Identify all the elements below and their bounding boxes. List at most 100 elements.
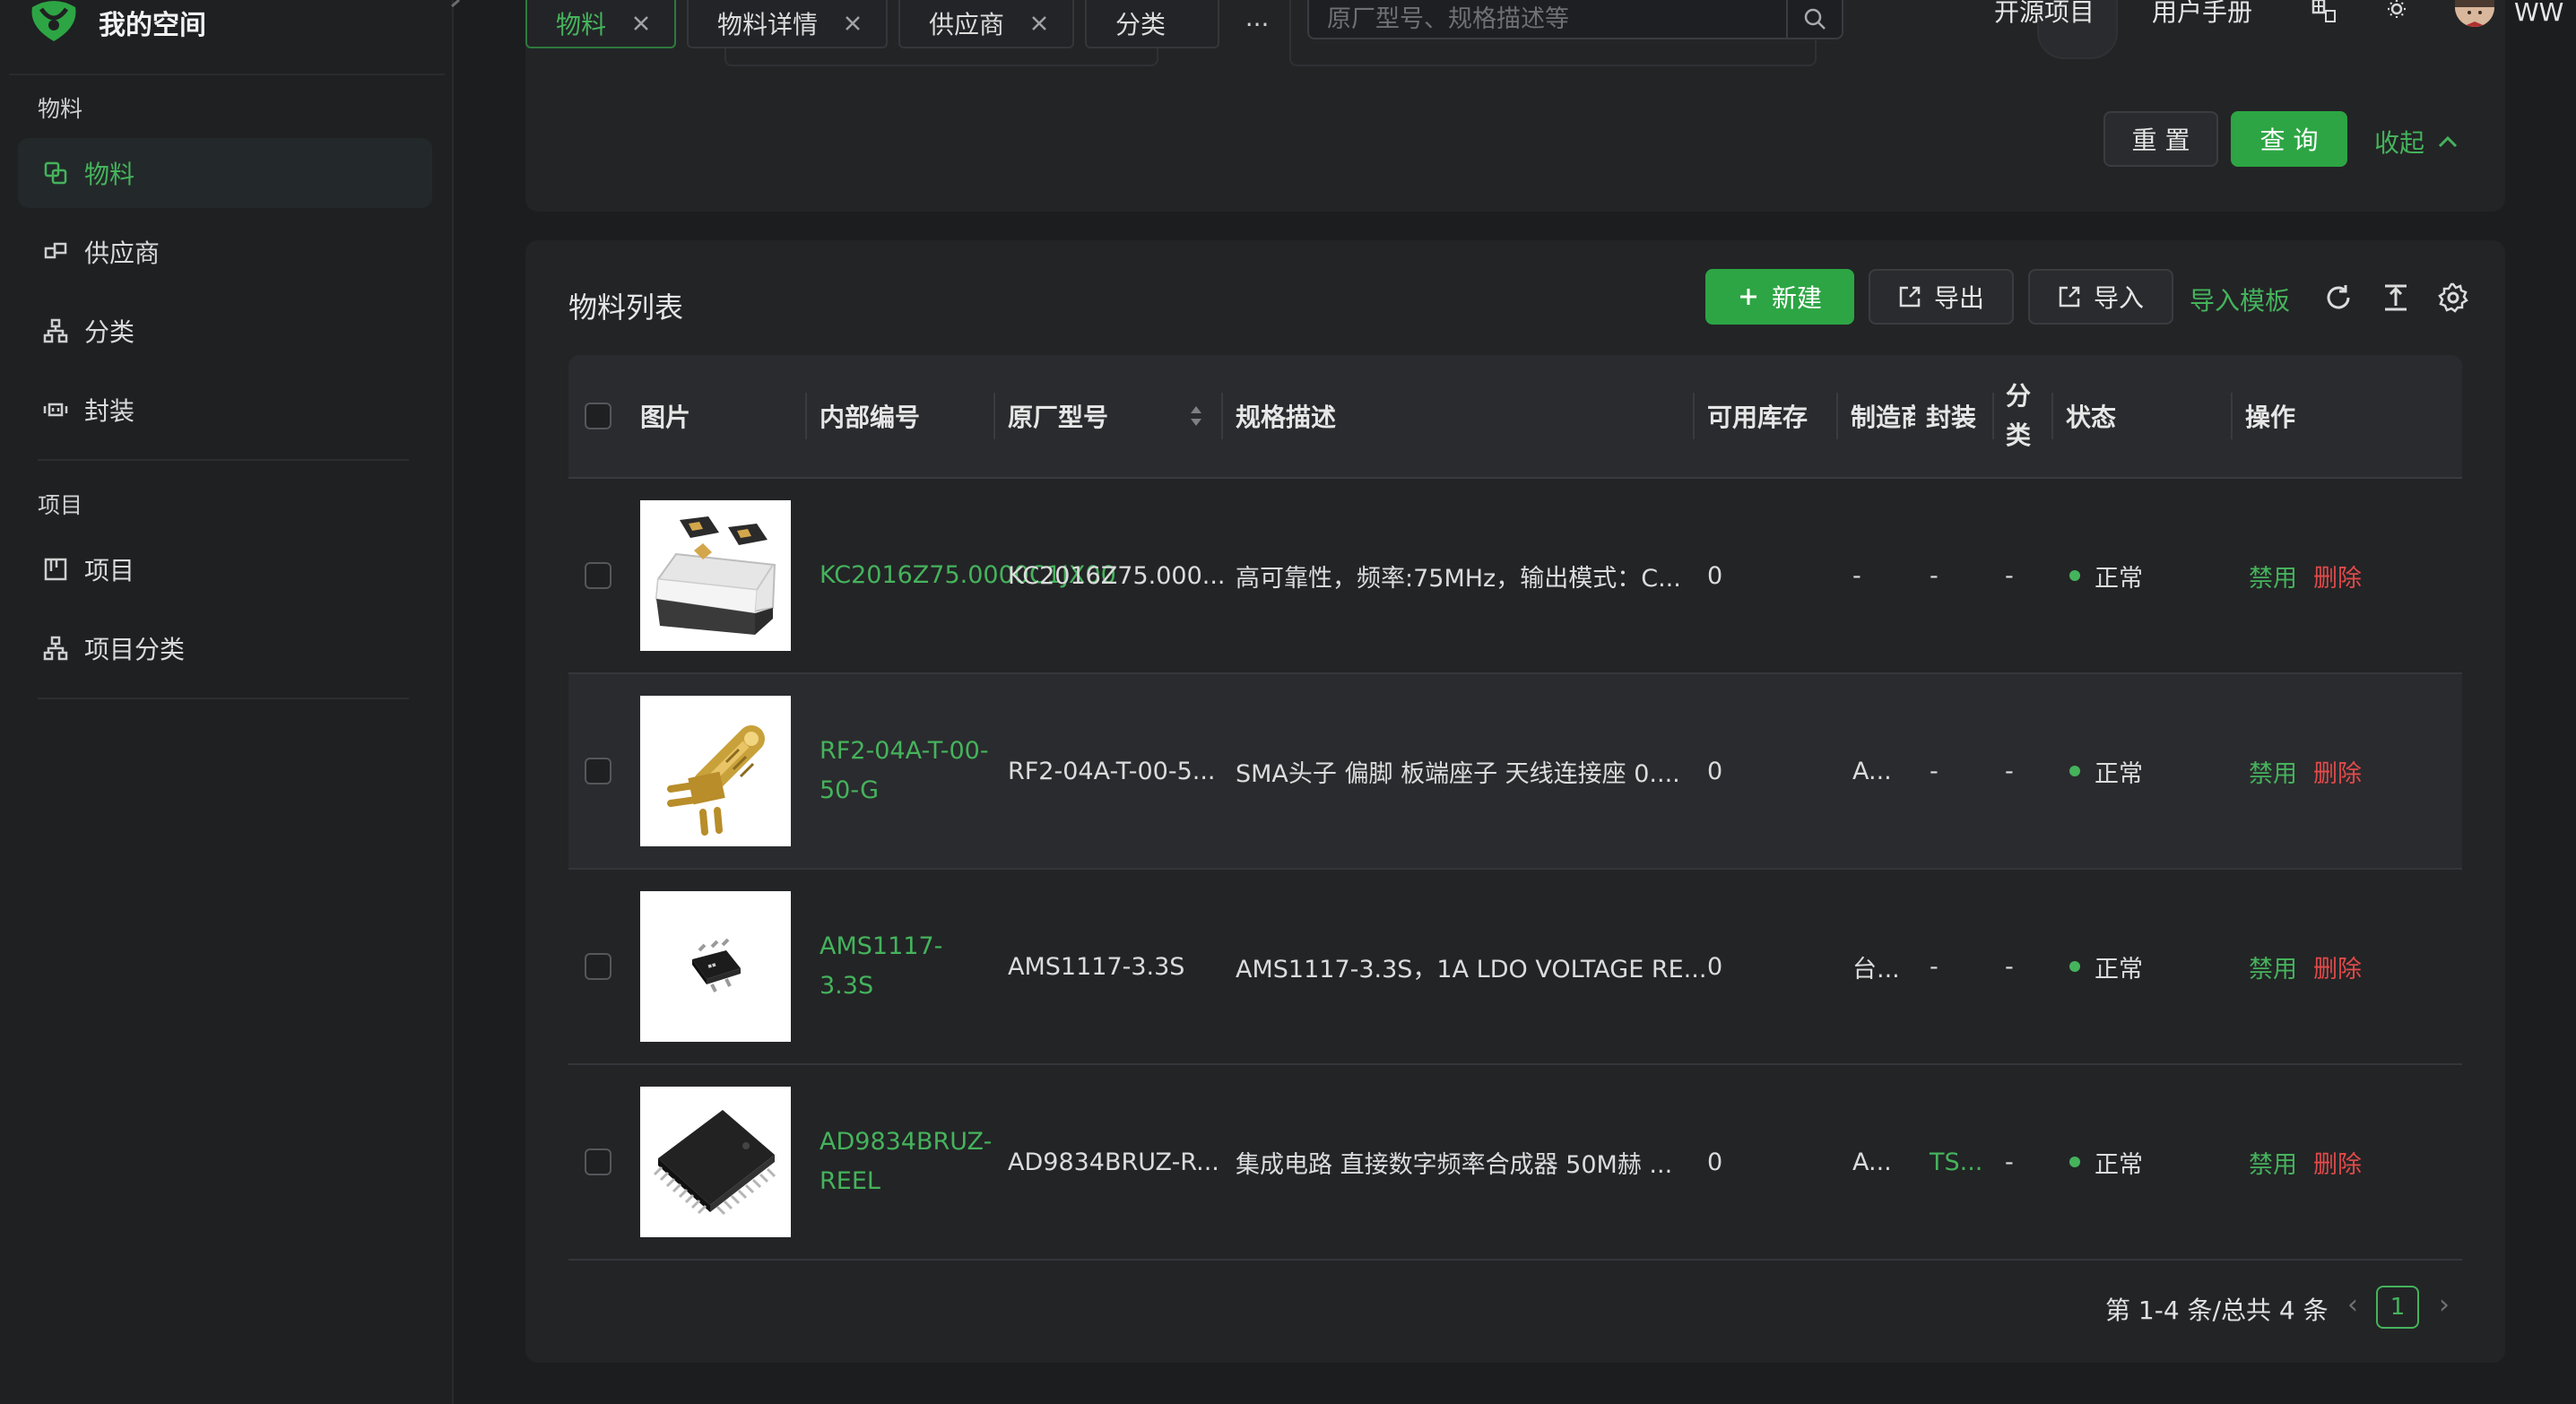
row-checkbox[interactable] bbox=[585, 870, 611, 1063]
delete-button[interactable]: 删除 bbox=[2313, 754, 2362, 789]
tab-materials[interactable]: 物料 bbox=[525, 0, 677, 48]
sidebar-item-projects[interactable]: 项目 bbox=[18, 534, 432, 604]
query-button[interactable]: 查 询 bbox=[2231, 111, 2347, 167]
sidebar-item-materials[interactable]: 物料 bbox=[18, 138, 432, 208]
mfr-part-cell: AMS1117-3.3S bbox=[1008, 952, 1185, 981]
column-separator[interactable] bbox=[1836, 393, 1838, 439]
user-name[interactable]: WW bbox=[2514, 0, 2563, 25]
checkbox[interactable] bbox=[585, 1148, 611, 1175]
theme-toggle-icon[interactable] bbox=[2383, 0, 2410, 23]
material-list-card: 物料列表 新建 导出 导入 导入模板 图片 内部编号 原厂型号 规格描述 可用库… bbox=[525, 240, 2505, 1363]
table-header: 图片 内部编号 原厂型号 规格描述 可用库存 制造商 封装 分类 状态 操作 bbox=[568, 355, 2462, 479]
checkbox[interactable] bbox=[585, 758, 611, 784]
import-template-link[interactable]: 导入模板 bbox=[2190, 282, 2290, 317]
checkbox[interactable] bbox=[585, 403, 611, 429]
tab-label: 分类 bbox=[1115, 10, 1167, 39]
row-actions: 禁用 删除 bbox=[2249, 674, 2378, 868]
row-actions: 禁用 删除 bbox=[2249, 870, 2378, 1063]
package-cell: - bbox=[1930, 561, 1939, 590]
tab-label: 物料详情 bbox=[717, 10, 819, 39]
internal-code-link[interactable]: AD9834BRUZ-REEL bbox=[820, 1065, 992, 1259]
sidebar-item-packages[interactable]: 封装 bbox=[18, 375, 432, 445]
status-badge: 正常 bbox=[2069, 674, 2143, 868]
manufacturer-cell: A... bbox=[1852, 757, 1892, 785]
export-icon bbox=[1899, 286, 1921, 308]
table-row[interactable]: RF2-04A-T-00-50-G RF2-04A-T-00-5... SMA头… bbox=[568, 674, 2462, 870]
row-actions: 禁用 删除 bbox=[2249, 1065, 2378, 1259]
delete-button[interactable]: 删除 bbox=[2313, 1145, 2362, 1180]
column-separator[interactable] bbox=[1693, 393, 1695, 439]
table-row[interactable]: ▪▪ AMS1117-3.3S AMS1117-3.3S AMS1117-3.3… bbox=[568, 870, 2462, 1065]
new-button[interactable]: 新建 bbox=[1705, 269, 1854, 325]
col-category: 分类 bbox=[2005, 381, 2031, 450]
sort-icon[interactable] bbox=[1187, 402, 1205, 430]
package-link[interactable]: TS... bbox=[1930, 1065, 1982, 1259]
row-checkbox[interactable] bbox=[585, 1065, 611, 1259]
column-separator[interactable] bbox=[1992, 393, 1994, 439]
disable-button[interactable]: 禁用 bbox=[2249, 754, 2297, 789]
status-text: 正常 bbox=[2095, 564, 2143, 593]
settings-gear-icon[interactable] bbox=[2437, 282, 2469, 314]
col-mfr-part[interactable]: 原厂型号 bbox=[1008, 355, 1108, 477]
status-badge: 正常 bbox=[2069, 479, 2143, 672]
sidebar-collapse-icon[interactable] bbox=[447, 0, 464, 13]
part-thumbnail-sma-connector[interactable] bbox=[640, 696, 791, 846]
disable-button[interactable]: 禁用 bbox=[2249, 949, 2297, 984]
row-checkbox[interactable] bbox=[585, 479, 611, 672]
sidebar-item-suppliers[interactable]: 供应商 bbox=[18, 217, 432, 287]
internal-code-link[interactable]: KC2016Z75.0000C1JX00 bbox=[820, 479, 1116, 672]
sidebar-item-categories[interactable]: 分类 bbox=[18, 296, 432, 366]
pagination-summary: 第 1-4 条/总共 4 条 bbox=[2105, 1296, 2329, 1325]
tab-categories[interactable]: 分类 bbox=[1085, 0, 1220, 48]
reset-button[interactable]: 重 置 bbox=[2103, 111, 2218, 167]
disable-button[interactable]: 禁用 bbox=[2249, 559, 2297, 594]
page-button-current[interactable]: 1 bbox=[2376, 1286, 2419, 1329]
sidebar-item-project-categories[interactable]: 项目分类 bbox=[18, 613, 432, 683]
delete-button[interactable]: 删除 bbox=[2313, 949, 2362, 984]
crystal-oscillator-image bbox=[655, 516, 776, 635]
search-button[interactable] bbox=[1786, 0, 1842, 39]
internal-code-link[interactable]: AMS1117-3.3S bbox=[820, 870, 990, 1063]
disable-button[interactable]: 禁用 bbox=[2249, 1145, 2297, 1180]
search-input[interactable] bbox=[1309, 1, 1786, 37]
close-icon[interactable] bbox=[843, 13, 863, 33]
select-all-checkbox[interactable] bbox=[585, 355, 611, 477]
close-icon[interactable] bbox=[631, 13, 651, 33]
table-row[interactable]: KC2016Z75.0000C1JX00 KC2016Z75.000... 高可… bbox=[568, 479, 2462, 674]
import-button[interactable]: 导入 bbox=[2028, 269, 2173, 325]
column-separator[interactable] bbox=[805, 393, 807, 439]
internal-code-link[interactable]: RF2-04A-T-00-50-G bbox=[820, 674, 990, 868]
column-separator[interactable] bbox=[1221, 393, 1223, 439]
page-tabs: 物料 物料详情 供应商 分类 ··· bbox=[525, 0, 1284, 50]
prev-page-icon[interactable]: ‹ bbox=[2347, 1289, 2358, 1321]
tab-material-details[interactable]: 物料详情 bbox=[687, 0, 889, 48]
table-row[interactable]: AD9834BRUZ-REEL AD9834BRUZ-R... 集成电路 直接数… bbox=[568, 1065, 2462, 1261]
row-checkbox[interactable] bbox=[585, 674, 611, 868]
col-manufacturer: 制造商 bbox=[1851, 403, 1915, 432]
status-badge: 正常 bbox=[2069, 870, 2143, 1063]
part-thumbnail-sot223-regulator[interactable]: ▪▪ bbox=[640, 891, 791, 1042]
next-page-icon[interactable]: › bbox=[2439, 1289, 2450, 1321]
checkbox[interactable] bbox=[585, 562, 611, 589]
column-height-icon[interactable] bbox=[2380, 282, 2412, 314]
package-cell: - bbox=[1930, 757, 1939, 785]
supplier-icon bbox=[44, 242, 67, 259]
column-separator[interactable] bbox=[993, 393, 995, 439]
refresh-icon[interactable] bbox=[2322, 282, 2355, 314]
column-separator[interactable] bbox=[2231, 393, 2233, 439]
export-button-label: 导出 bbox=[1933, 283, 1984, 313]
tab-suppliers[interactable]: 供应商 bbox=[898, 0, 1075, 48]
close-icon[interactable] bbox=[1029, 13, 1049, 33]
language-icon[interactable] bbox=[2311, 0, 2338, 23]
collapse-filters-link[interactable]: 收起 bbox=[2374, 124, 2459, 160]
export-button[interactable]: 导出 bbox=[1869, 269, 2014, 325]
open-source-link[interactable]: 开源项目 bbox=[1994, 0, 2095, 25]
delete-button[interactable]: 删除 bbox=[2313, 559, 2362, 594]
user-manual-link[interactable]: 用户手册 bbox=[2152, 0, 2252, 25]
checkbox[interactable] bbox=[585, 953, 611, 980]
part-thumbnail-crystal-oscillator[interactable] bbox=[640, 500, 791, 651]
tabs-more-button[interactable]: ··· bbox=[1230, 0, 1284, 48]
part-thumbnail-tssop-ic[interactable] bbox=[640, 1087, 791, 1237]
column-separator[interactable] bbox=[2051, 393, 2053, 439]
app-logo[interactable]: 我的空间 bbox=[27, 0, 206, 45]
